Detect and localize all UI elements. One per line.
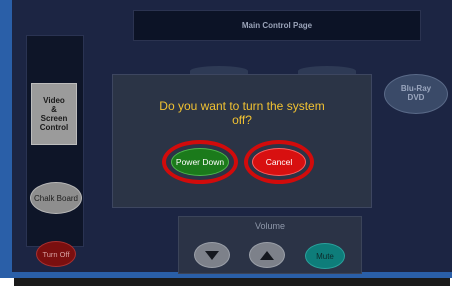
page-title: Main Control Page [241,21,313,30]
video-screen-control-button[interactable]: Video & Screen Control [31,83,77,145]
turn-off-button[interactable]: Turn Off [36,241,76,267]
triangle-down-icon [205,250,219,260]
video-btn-line-4: Control [39,123,69,133]
triangle-up-icon [260,250,274,260]
question-line-1: Do you want to turn the system [159,99,325,113]
bluray-dvd-button[interactable]: Blu-Ray DVD [384,74,448,114]
bluray-line-2: DVD [407,93,425,102]
video-btn-line-2: & [51,104,57,114]
power-off-confirm-dialog [112,74,372,208]
chalk-board-label: Chalk Board [33,193,79,203]
video-btn-line-1: Video [43,95,65,105]
cancel-label: Cancel [265,157,293,167]
question-line-2: off? [232,113,252,128]
volume-up-button[interactable] [249,242,285,268]
power-down-label: Power Down [175,157,225,167]
volume-down-button[interactable] [194,242,230,268]
volume-label: Volume [254,221,286,231]
turn-off-label: Turn Off [42,249,70,259]
frame-left-border [0,0,12,278]
power-down-button[interactable]: Power Down [171,148,229,176]
mute-button[interactable]: Mute [305,243,345,269]
chalk-board-button[interactable]: Chalk Board [30,182,82,214]
page-title-bar: Main Control Page [133,10,421,41]
bottom-shadow-bar [14,278,450,286]
mute-label: Mute [316,251,334,261]
video-btn-line-3: Screen [40,114,68,123]
cancel-button[interactable]: Cancel [252,148,306,176]
power-off-question: Do you want to turn the system off? [132,99,352,128]
